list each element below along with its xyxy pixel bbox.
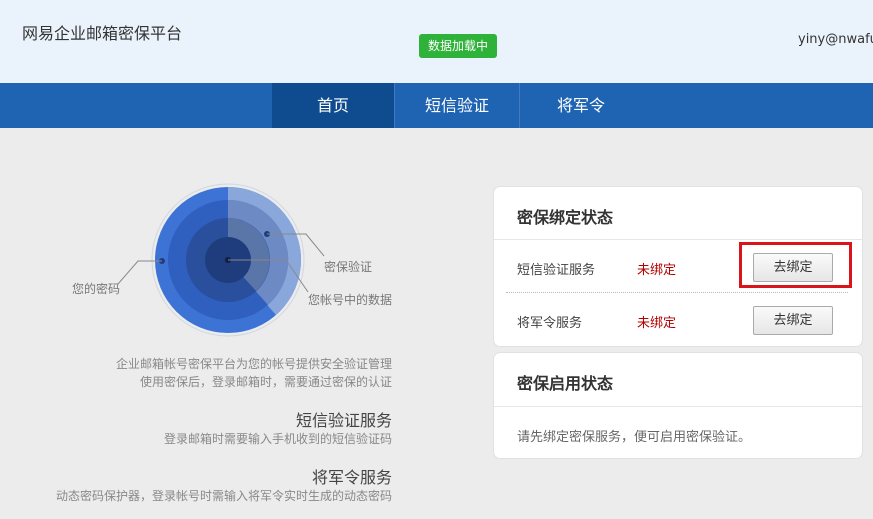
label-your-password: 您的密码 (72, 282, 121, 296)
sms-service-label: 短信验证服务 (517, 263, 596, 278)
tab-home[interactable]: 首页 (272, 83, 394, 128)
enable-status-card: 密保启用状态 请先绑定密保服务，便可启用密保验证。 (493, 352, 863, 459)
sms-service-desc: 登录邮箱时需要输入手机收到的短信验证码 (163, 432, 392, 446)
highlight-box (739, 242, 852, 288)
nav-divider (394, 83, 395, 128)
token-bind-button[interactable]: 去绑定 (753, 306, 833, 335)
token-service-title: 将军令服务 (311, 468, 392, 487)
tab-sms-verify[interactable]: 短信验证 (396, 83, 518, 128)
token-bind-status: 未绑定 (637, 316, 677, 331)
loading-badge: 数据加载中 (419, 34, 498, 58)
intro-line-1: 企业邮箱帐号密保平台为您的帐号提供安全验证管理 (115, 357, 392, 371)
enable-card-title: 密保启用状态 (517, 374, 614, 393)
app-title: 网易企业邮箱密保平台 (22, 24, 183, 43)
card-divider (494, 239, 862, 240)
token-service-label: 将军令服务 (517, 316, 583, 331)
main-nav: 首页 短信验证 将军令 (0, 83, 873, 128)
security-diagram: 您的密码 密保验证 您帐号中的数据 (60, 180, 400, 350)
label-account-data: 您帐号中的数据 (308, 293, 393, 307)
token-service-desc: 动态密码保护器，登录帐号时需输入将军令实时生成的动态密码 (55, 489, 392, 503)
label-security-verify: 密保验证 (324, 260, 373, 274)
tab-token[interactable]: 将军令 (520, 83, 642, 128)
card-divider (494, 406, 862, 407)
sms-service-title: 短信验证服务 (295, 411, 392, 430)
row-divider (506, 292, 848, 293)
intro-line-2: 使用密保后，登录邮箱时，需要通过密保的认证 (139, 375, 392, 389)
user-email[interactable]: yiny@nwafu.e (798, 32, 873, 47)
binding-card-title: 密保绑定状态 (517, 208, 614, 227)
header: 网易企业邮箱密保平台 数据加载中 yiny@nwafu.e (0, 0, 873, 83)
enable-hint: 请先绑定密保服务，便可启用密保验证。 (517, 430, 752, 445)
sms-bind-status: 未绑定 (637, 263, 677, 278)
